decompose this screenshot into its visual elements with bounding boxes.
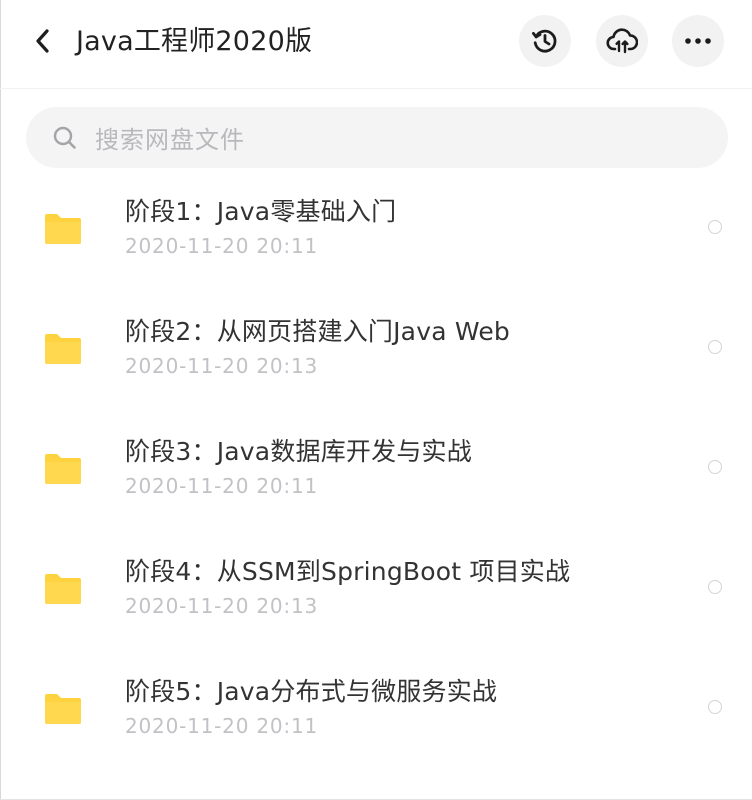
cloud-upload-icon [606, 28, 638, 54]
list-item[interactable]: 阶段4：从SSM到SpringBoot 项目实战 2020-11-20 20:1… [0, 530, 752, 650]
page-title: Java工程师2020版 [76, 26, 313, 57]
search-input[interactable]: 搜索网盘文件 [26, 107, 728, 168]
list-item[interactable]: 阶段3：Java数据库开发与实战 2020-11-20 20:11 [0, 410, 752, 530]
more-button[interactable] [672, 15, 724, 67]
select-radio[interactable] [708, 460, 722, 474]
folder-icon [45, 694, 81, 724]
select-radio[interactable] [708, 340, 722, 354]
folder-name: 阶段5：Java分布式与微服务实战 [125, 677, 498, 706]
history-button[interactable] [519, 15, 571, 67]
folder-name: 阶段4：从SSM到SpringBoot 项目实战 [125, 557, 571, 586]
folder-date: 2020-11-20 20:11 [125, 474, 319, 498]
list-item[interactable]: 阶段2：从网页搭建入门Java Web 2020-11-20 20:13 [0, 290, 752, 410]
back-button[interactable] [26, 24, 60, 58]
folder-date: 2020-11-20 20:13 [125, 594, 319, 618]
folder-icon [45, 454, 81, 484]
select-radio[interactable] [708, 220, 722, 234]
search-icon [51, 124, 79, 152]
select-radio[interactable] [708, 580, 722, 594]
list-item[interactable]: 阶段5：Java分布式与微服务实战 2020-11-20 20:11 [0, 650, 752, 770]
folder-name: 阶段2：从网页搭建入门Java Web [125, 317, 510, 346]
folder-name: 阶段3：Java数据库开发与实战 [125, 437, 472, 466]
folder-icon [45, 214, 81, 244]
folder-icon [45, 574, 81, 604]
top-bar: Java工程师2020版 [0, 0, 752, 89]
history-icon [532, 29, 557, 53]
folder-name: 阶段1：Java零基础入门 [125, 197, 397, 226]
folder-date: 2020-11-20 20:11 [125, 714, 319, 738]
more-horizontal-icon [685, 38, 711, 44]
select-radio[interactable] [708, 700, 722, 714]
chevron-left-icon [36, 29, 49, 53]
list-item[interactable]: 阶段1：Java零基础入门 2020-11-20 20:11 [0, 170, 752, 290]
folder-date: 2020-11-20 20:11 [125, 234, 319, 258]
folder-icon [45, 334, 81, 364]
folder-date: 2020-11-20 20:13 [125, 354, 319, 378]
search-placeholder: 搜索网盘文件 [95, 126, 245, 154]
cloud-upload-button[interactable] [596, 15, 648, 67]
